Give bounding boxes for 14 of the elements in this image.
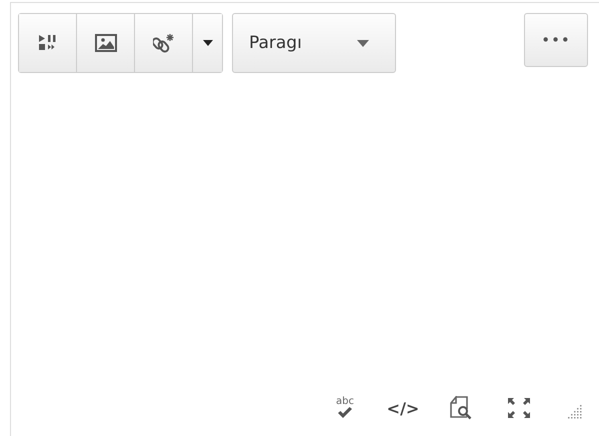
media-button[interactable] — [19, 14, 77, 72]
fullscreen-icon — [507, 397, 531, 419]
link-icon — [152, 33, 174, 53]
media-icon — [38, 34, 58, 52]
format-select[interactable]: Paragı — [232, 13, 396, 73]
source-code-button[interactable]: </> — [374, 388, 432, 428]
preview-icon — [450, 396, 472, 420]
image-icon — [94, 34, 116, 52]
resize-handle-icon[interactable] — [568, 405, 582, 419]
checkmark-icon — [337, 407, 353, 419]
caret-icon — [357, 40, 369, 46]
spellcheck-button[interactable]: abc — [316, 388, 374, 428]
more-button[interactable]: ••• — [524, 13, 588, 67]
caret-icon — [202, 40, 212, 46]
